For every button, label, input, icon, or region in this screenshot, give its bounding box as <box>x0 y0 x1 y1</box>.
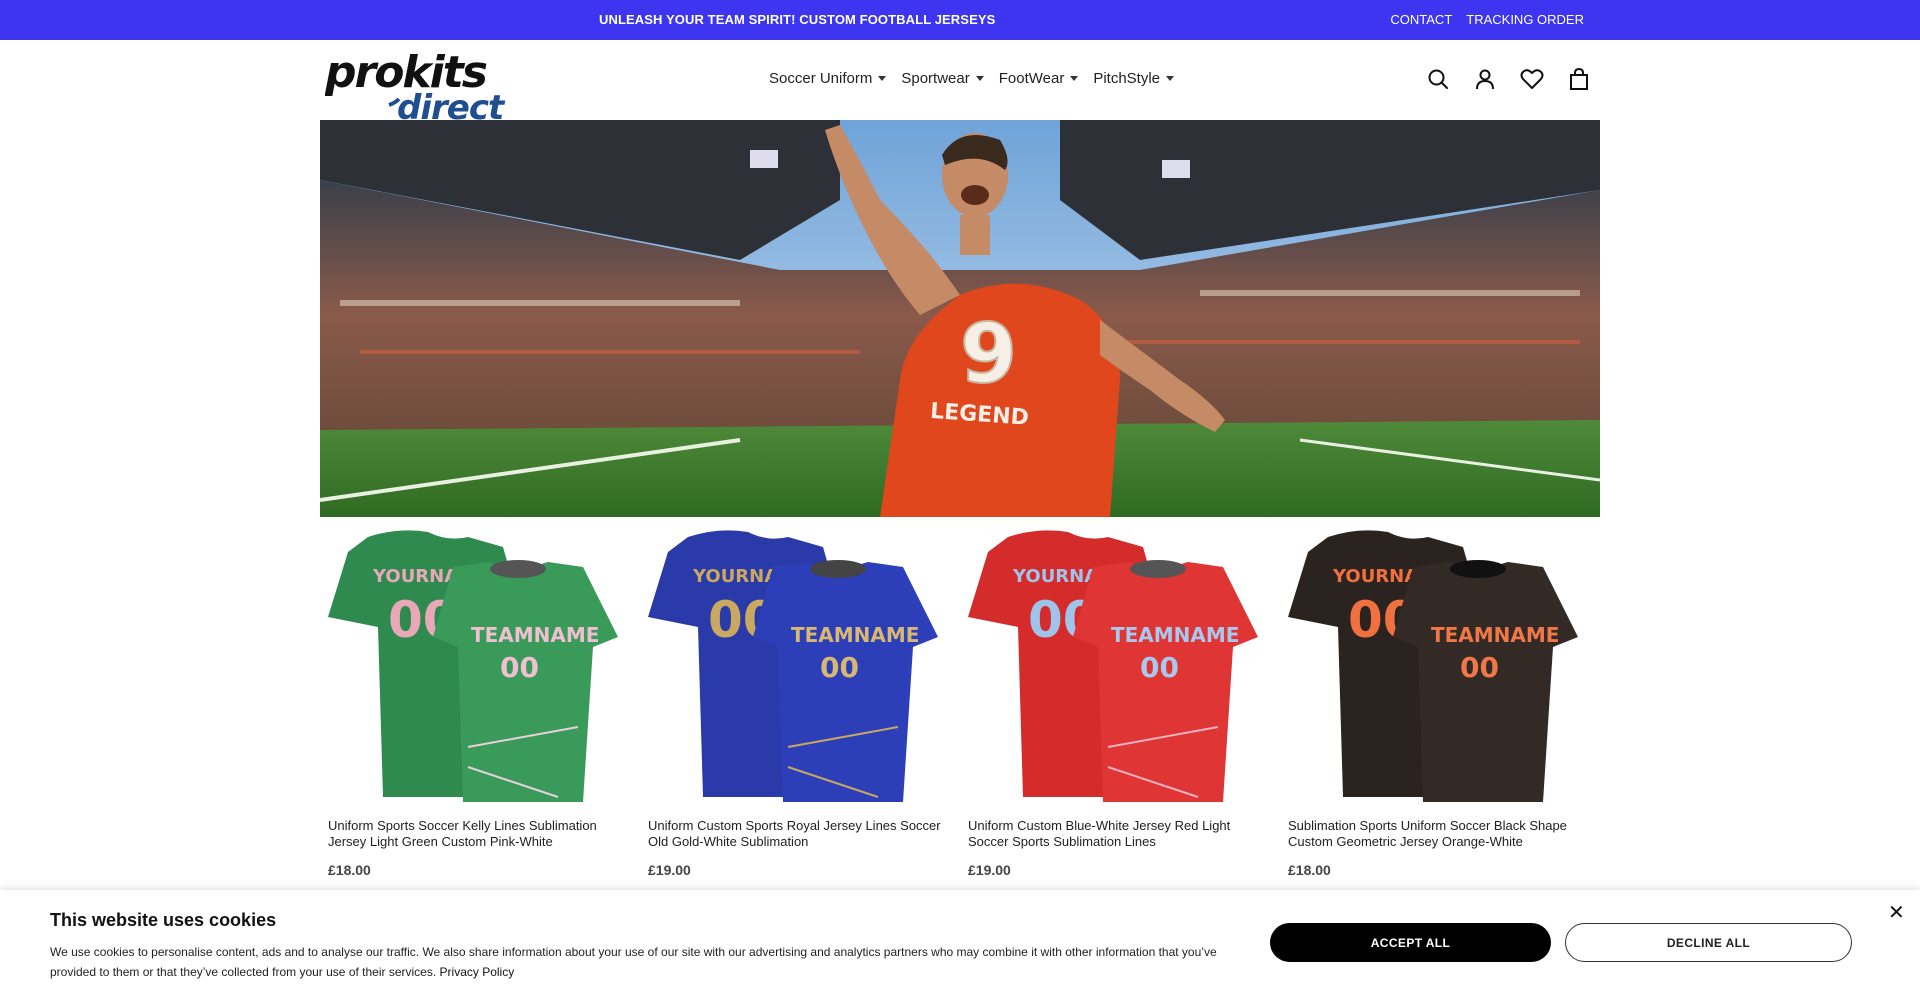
accept-all-button[interactable]: ACCEPT ALL <box>1270 923 1551 962</box>
cookie-banner: This website uses cookies We use cookies… <box>0 890 1920 993</box>
caret-down-icon <box>1070 76 1079 81</box>
promo-text: UNLEASH YOUR TEAM SPIRIT! CUSTOM FOOTBAL… <box>599 12 996 27</box>
nav-label: PitchStyle <box>1093 70 1161 87</box>
caret-down-icon <box>1166 76 1175 81</box>
product-image: YOURNAME 00 TEAMNAME 00 <box>968 530 1258 802</box>
svg-text:00: 00 <box>1140 651 1179 684</box>
search-icon[interactable] <box>1425 66 1451 92</box>
product-image: YOURNAME 00 TEAMNAME 00 <box>1288 530 1578 802</box>
decline-all-button[interactable]: DECLINE ALL <box>1565 923 1852 962</box>
product-card[interactable]: YOURNAME 00 TEAMNAME 00 Uniform Custom S… <box>640 527 960 907</box>
product-title[interactable]: Uniform Custom Sports Royal Jersey Lines… <box>648 818 943 849</box>
product-grid: YOURNAME 00 TEAMNAME 00 Uniform Sports S… <box>320 527 1600 907</box>
main-nav: Soccer Uniform Sportwear FootWear PitchS… <box>769 70 1175 87</box>
nav-label: Sportwear <box>901 70 970 87</box>
svg-text:TEAMNAME: TEAMNAME <box>791 623 919 647</box>
close-icon[interactable]: ✕ <box>1888 900 1905 925</box>
hero-banner[interactable]: 9 LEGEND <box>320 120 1600 517</box>
logo[interactable]: prokits direct <box>325 47 520 121</box>
cookie-description: We use cookies to personalise content, a… <box>50 945 1217 979</box>
product-image: YOURNAME 00 TEAMNAME 00 <box>648 530 938 802</box>
site-header: prokits direct Soccer Uniform Sportwear … <box>0 40 1920 121</box>
privacy-policy-link[interactable]: Privacy Policy <box>440 965 515 979</box>
tracking-order-link[interactable]: TRACKING ORDER <box>1466 12 1584 27</box>
nav-label: Soccer Uniform <box>769 70 873 87</box>
product-card[interactable]: YOURNAME 00 TEAMNAME 00 Sublimation Spor… <box>1280 527 1600 907</box>
svg-text:TEAMNAME: TEAMNAME <box>1111 623 1239 647</box>
product-image: YOURNAME 00 TEAMNAME 00 <box>328 530 618 802</box>
product-title[interactable]: Uniform Sports Soccer Kelly Lines Sublim… <box>328 818 623 849</box>
announcement-bar: UNLEASH YOUR TEAM SPIRIT! CUSTOM FOOTBAL… <box>0 0 1920 40</box>
product-title[interactable]: Uniform Custom Blue-White Jersey Red Lig… <box>968 818 1263 849</box>
top-links: CONTACT TRACKING ORDER <box>1390 12 1584 27</box>
cart-icon[interactable] <box>1566 66 1592 92</box>
product-price: £18.00 <box>1288 862 1331 878</box>
product-price: £19.00 <box>968 862 1011 878</box>
hero-image: 9 LEGEND <box>320 120 1600 517</box>
nav-sportwear[interactable]: Sportwear <box>901 70 984 87</box>
svg-text:TEAMNAME: TEAMNAME <box>471 623 599 647</box>
svg-text:00: 00 <box>500 651 539 684</box>
nav-footwear[interactable]: FootWear <box>999 70 1079 87</box>
cookie-title: This website uses cookies <box>50 910 277 930</box>
product-title[interactable]: Sublimation Sports Uniform Soccer Black … <box>1288 818 1583 849</box>
caret-down-icon <box>975 76 984 81</box>
svg-text:00: 00 <box>820 651 859 684</box>
nav-pitchstyle[interactable]: PitchStyle <box>1093 70 1175 87</box>
wishlist-icon[interactable] <box>1519 66 1545 92</box>
hero-jersey-number: 9 <box>960 307 1017 402</box>
cookie-text: We use cookies to personalise content, a… <box>50 942 1230 982</box>
product-card[interactable]: YOURNAME 00 TEAMNAME 00 Uniform Sports S… <box>320 527 640 907</box>
nav-soccer-uniform[interactable]: Soccer Uniform <box>769 70 887 87</box>
product-price: £18.00 <box>328 862 371 878</box>
product-price: £19.00 <box>648 862 691 878</box>
product-card[interactable]: YOURNAME 00 TEAMNAME 00 Uniform Custom B… <box>960 527 1280 907</box>
logo-word-direct: direct <box>397 88 506 121</box>
caret-down-icon <box>878 76 887 81</box>
header-icons <box>1425 66 1592 92</box>
svg-text:00: 00 <box>1460 651 1499 684</box>
nav-label: FootWear <box>998 70 1065 87</box>
svg-text:TEAMNAME: TEAMNAME <box>1431 623 1559 647</box>
account-icon[interactable] <box>1472 66 1498 92</box>
contact-link[interactable]: CONTACT <box>1390 12 1452 27</box>
